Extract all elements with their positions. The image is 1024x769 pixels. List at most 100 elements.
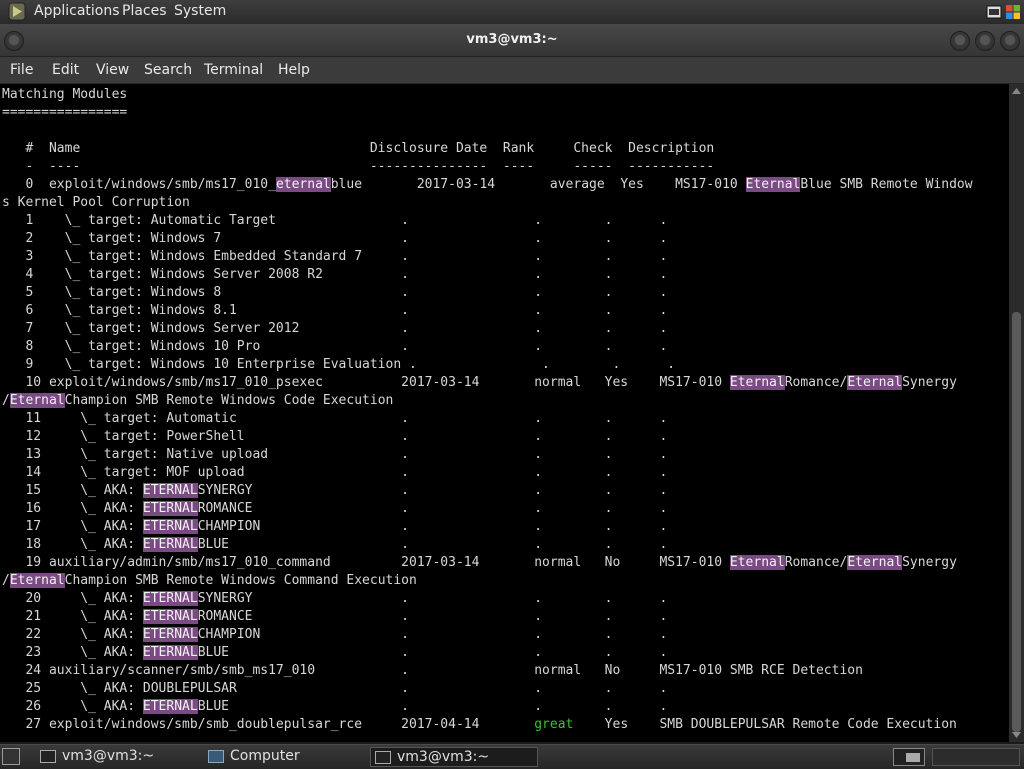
workspace-window-thumb (906, 753, 920, 762)
terminal-line: 15 \_ AKA: ETERNALSYNERGY . . . . (2, 482, 667, 500)
terminal-text: 22 \_ AKA: (2, 627, 143, 642)
taskbar-item-terminal-1[interactable]: vm3@vm3:~ (36, 747, 196, 767)
terminal-line: 20 \_ AKA: ETERNALSYNERGY . . . . (2, 590, 667, 608)
terminal-text: 4 \_ target: Windows Server 2008 R2 . . … (2, 267, 668, 282)
window-title: vm3@vm3:~ (466, 32, 558, 47)
scroll-up-arrow-icon[interactable] (1012, 88, 1021, 94)
menu-help[interactable]: Help (278, 62, 310, 78)
window-titlebar[interactable]: vm3@vm3:~ (0, 24, 1024, 57)
terminal-line: 6 \_ target: Windows 8.1 . . . . (2, 302, 667, 320)
search-highlight: eternal (275, 177, 331, 192)
terminal-line: 1 \_ target: Automatic Target . . . . (2, 212, 667, 230)
menu-view[interactable]: View (96, 62, 129, 78)
terminal-text: 7 \_ target: Windows Server 2012 . . . . (2, 321, 668, 336)
workspace-switcher-2[interactable] (932, 748, 1020, 766)
terminal-text: 24 auxiliary/scanner/smb/smb_ms17_010 . … (2, 663, 863, 678)
terminal-text: BLUE . . . . (197, 645, 668, 660)
terminal-text: 2 \_ target: Windows 7 . . . . (2, 231, 668, 246)
search-highlight: ETERNAL (142, 483, 198, 498)
terminal-text: Synergy (902, 375, 957, 390)
search-highlight: Eternal (847, 375, 903, 390)
terminal-text: Romance/ (784, 555, 848, 570)
terminal-line: ================ (2, 104, 127, 122)
terminal-line: s Kernel Pool Corruption (2, 194, 190, 212)
terminal-text: 21 \_ AKA: (2, 609, 143, 624)
terminal-line: 23 \_ AKA: ETERNALBLUE . . . . (2, 644, 667, 662)
terminal-line: 3 \_ target: Windows Embedded Standard 7… (2, 248, 667, 266)
terminal-text: ROMANCE . . . . (197, 609, 668, 624)
terminal-text: 27 exploit/windows/smb/smb_doublepulsar_… (2, 717, 535, 732)
terminal-line: 19 auxiliary/admin/smb/ms17_010_command … (2, 554, 957, 572)
terminal-text: BLUE . . . . (197, 537, 668, 552)
search-highlight: ETERNAL (142, 591, 198, 606)
terminal-icon (40, 750, 56, 763)
scrollbar-thumb[interactable] (1012, 312, 1021, 732)
terminal-text: 18 \_ AKA: (2, 537, 143, 552)
windows-flag-icon[interactable] (1005, 4, 1021, 20)
terminal-line: 18 \_ AKA: ETERNALBLUE . . . . (2, 536, 667, 554)
terminal-text: # Name Disclosure Date Rank Check Descri… (2, 141, 715, 156)
terminal-line: 5 \_ target: Windows 8 . . . . (2, 284, 667, 302)
terminal-line: 22 \_ AKA: ETERNALCHAMPION . . . . (2, 626, 667, 644)
terminal-text: 16 \_ AKA: (2, 501, 143, 516)
terminal-line: # Name Disclosure Date Rank Check Descri… (2, 140, 714, 158)
menu-file[interactable]: File (10, 62, 33, 78)
terminal-text: 13 \_ target: Native upload . . . . (2, 447, 668, 462)
system-menu[interactable]: System (174, 3, 226, 19)
terminal-text: Matching Modules (2, 87, 128, 102)
taskbar-item-label: vm3@vm3:~ (397, 749, 490, 765)
terminal-line: 9 \_ target: Windows 10 Enterprise Evalu… (2, 356, 675, 374)
places-menu[interactable]: Places (122, 3, 167, 19)
terminal-line: 10 exploit/windows/smb/ms17_010_psexec 2… (2, 374, 957, 392)
terminal-text: 6 \_ target: Windows 8.1 . . . . (2, 303, 668, 318)
search-highlight: ETERNAL (142, 537, 198, 552)
search-highlight: ETERNAL (142, 699, 198, 714)
search-highlight: ETERNAL (142, 627, 198, 642)
terminal-text: ================ (2, 105, 128, 120)
terminal-text: 19 auxiliary/admin/smb/ms17_010_command … (2, 555, 730, 570)
applications-menu[interactable]: Applications (34, 3, 120, 19)
terminal-line: 21 \_ AKA: ETERNALROMANCE . . . . (2, 608, 667, 626)
terminal-text: CHAMPION . . . . (197, 519, 668, 534)
terminal-line: 16 \_ AKA: ETERNALROMANCE . . . . (2, 500, 667, 518)
search-highlight: Eternal (847, 555, 903, 570)
terminal-scrollbar[interactable] (1009, 84, 1024, 742)
menu-edit[interactable]: Edit (52, 62, 79, 78)
workspace-switcher-1[interactable] (893, 748, 925, 766)
show-desktop-icon[interactable] (2, 748, 20, 765)
terminal-icon (375, 751, 391, 764)
terminal-text: - ---- --------------- ---- ----- ------… (2, 159, 715, 174)
bottom-panel: vm3@vm3:~ Computer vm3@vm3:~ (0, 744, 1024, 769)
terminal-text: 8 \_ target: Windows 10 Pro . . . . (2, 339, 668, 354)
network-icon[interactable] (986, 4, 1002, 20)
search-highlight: ETERNAL (142, 645, 198, 660)
terminal-text: SYNERGY . . . . (197, 483, 668, 498)
terminal-line: 25 \_ AKA: DOUBLEPULSAR . . . . (2, 680, 667, 698)
terminal-text: SYNERGY . . . . (197, 591, 668, 606)
terminal-text: 0 exploit/windows/smb/ms17_010_ (2, 177, 276, 192)
scroll-down-arrow-icon[interactable] (1012, 732, 1021, 738)
terminal-text: CHAMPION . . . . (197, 627, 668, 642)
taskbar-item-terminal-2[interactable]: vm3@vm3:~ (370, 747, 538, 767)
maximize-button[interactable] (975, 31, 995, 51)
close-button[interactable] (1000, 31, 1020, 51)
taskbar-item-computer[interactable]: Computer (204, 747, 364, 767)
terminal-text: / (2, 573, 10, 588)
minimize-button[interactable] (950, 31, 970, 51)
menu-terminal[interactable]: Terminal (204, 62, 263, 78)
terminal-text: 14 \_ target: MOF upload . . . . (2, 465, 668, 480)
search-highlight: Eternal (745, 177, 801, 192)
terminal-text: 25 \_ AKA: DOUBLEPULSAR . . . . (2, 681, 668, 696)
terminal-text: Romance/ (784, 375, 848, 390)
taskbar-item-label: vm3@vm3:~ (62, 748, 155, 764)
terminal-line: 27 exploit/windows/smb/smb_doublepulsar_… (2, 716, 956, 734)
menu-search[interactable]: Search (144, 62, 192, 78)
terminal-text: ROMANCE . . . . (197, 501, 668, 516)
applications-icon[interactable] (8, 2, 26, 21)
terminal-line: 0 exploit/windows/smb/ms17_010_eternalbl… (2, 176, 973, 194)
terminal-output[interactable]: Matching Modules ================ # Name … (0, 84, 1009, 742)
terminal-line: 8 \_ target: Windows 10 Pro . . . . (2, 338, 667, 356)
terminal-text: 9 \_ target: Windows 10 Enterprise Evalu… (2, 357, 676, 372)
terminal-text: 5 \_ target: Windows 8 . . . . (2, 285, 668, 300)
terminal-text: 12 \_ target: PowerShell . . . . (2, 429, 668, 444)
